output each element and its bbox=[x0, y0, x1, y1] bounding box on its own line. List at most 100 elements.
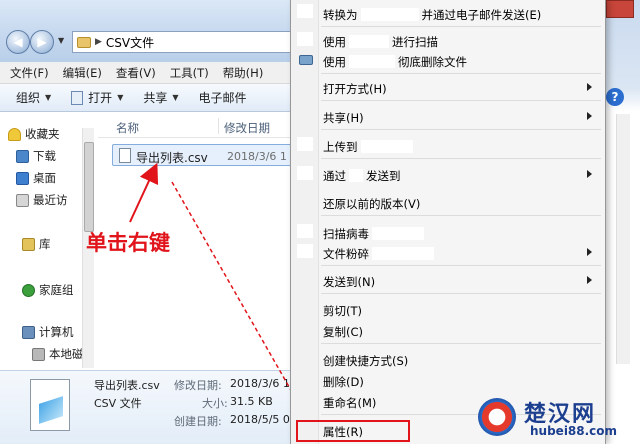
chevron-down-icon: ▼ bbox=[45, 93, 52, 102]
menu-item-scan-with[interactable]: 使用 进行扫描 bbox=[291, 31, 605, 51]
open-label: 打开 bbox=[88, 91, 113, 105]
label-part: 文件粉碎 bbox=[323, 247, 369, 261]
menu-item-cut[interactable]: 剪切(T) bbox=[291, 300, 605, 320]
redacted-blank bbox=[360, 8, 419, 21]
menu-view[interactable]: 查看(V) bbox=[116, 65, 156, 81]
forward-button[interactable]: ▶ bbox=[30, 30, 54, 54]
submenu-arrow-icon bbox=[587, 248, 592, 256]
menu-item-label: 删除(D) bbox=[323, 375, 364, 389]
folder-icon bbox=[77, 36, 91, 48]
share-label: 共享 bbox=[143, 91, 168, 105]
menu-item-label: 复制(C) bbox=[323, 325, 364, 339]
file-list-header: 名称 修改日期 bbox=[98, 114, 298, 138]
breadcrumb-current-folder[interactable]: CSV文件 bbox=[106, 34, 154, 51]
redacted-blank bbox=[349, 55, 395, 68]
menu-separator bbox=[321, 158, 601, 159]
sidebar-item-desktop[interactable]: 桌面 bbox=[16, 170, 56, 186]
menu-item-label: 使用 彻底删除文件 bbox=[323, 54, 467, 70]
sidebar-item-favorites[interactable]: 收藏夹 bbox=[8, 126, 60, 142]
computer-icon bbox=[22, 325, 35, 339]
library-icon bbox=[22, 237, 35, 251]
menu-item-label: 共享(H) bbox=[323, 111, 364, 125]
organize-label: 组织 bbox=[16, 91, 41, 105]
properties-highlight-box bbox=[296, 420, 410, 442]
menu-item-scan-virus[interactable]: 扫描病毒 bbox=[291, 223, 605, 243]
menu-separator bbox=[321, 343, 601, 344]
sidebar-item-libraries[interactable]: 库 bbox=[22, 236, 51, 252]
sidebar-item-local-disk[interactable]: 本地磁 bbox=[32, 346, 84, 362]
file-row-selected[interactable]: 导出列表.csv 2018/3/6 1 bbox=[112, 144, 298, 166]
csv-file-icon bbox=[119, 148, 131, 163]
menu-separator bbox=[321, 73, 601, 74]
address-bar[interactable]: ▶ CSV文件 bbox=[72, 31, 302, 53]
details-modified-label: 修改日期: bbox=[174, 379, 222, 392]
context-menu: 转换为 并通过电子邮件发送(E) 使用 进行扫描 使用 彻底删除文件 打开方式(H) … bbox=[290, 0, 606, 444]
menu-edit[interactable]: 编辑(E) bbox=[63, 65, 102, 81]
recent-pages-dropdown[interactable]: ▼ bbox=[58, 36, 64, 45]
scrollbar-thumb[interactable] bbox=[84, 142, 94, 232]
menu-item-copy[interactable]: 复制(C) bbox=[291, 321, 605, 341]
label-part: 进行扫描 bbox=[392, 35, 438, 49]
chevron-down-icon: ▼ bbox=[117, 93, 124, 102]
sidebar-item-homegroup[interactable]: 家庭组 bbox=[22, 282, 74, 298]
watermark-url: hubei88.com bbox=[530, 424, 618, 438]
organize-button[interactable]: 组织 ▼ bbox=[16, 89, 51, 106]
label-part: 上传到 bbox=[323, 140, 358, 154]
menu-item-create-shortcut[interactable]: 创建快捷方式(S) bbox=[291, 350, 605, 370]
menu-item-convert-email[interactable]: 转换为 并通过电子邮件发送(E) bbox=[291, 4, 605, 24]
menu-item-label: 扫描病毒 bbox=[323, 226, 427, 242]
sidebar-item-computer[interactable]: 计算机 bbox=[22, 324, 74, 340]
column-divider[interactable] bbox=[218, 118, 219, 134]
menu-tools[interactable]: 工具(T) bbox=[170, 65, 209, 81]
label-part: 扫描病毒 bbox=[323, 227, 369, 241]
back-button[interactable]: ◀ bbox=[6, 30, 30, 54]
menu-item-label: 转换为 并通过电子邮件发送(E) bbox=[323, 7, 541, 23]
sidebar-item-label: 本地磁 bbox=[49, 347, 84, 361]
help-icon[interactable]: ? bbox=[606, 88, 624, 106]
star-icon bbox=[8, 127, 21, 141]
file-list-scrollbar[interactable] bbox=[616, 114, 630, 364]
close-window-button[interactable] bbox=[606, 0, 634, 18]
label-part: 通过 bbox=[323, 169, 346, 183]
sidebar-item-recent[interactable]: 最近访 bbox=[16, 192, 68, 208]
label-part: 彻底删除文件 bbox=[398, 55, 467, 69]
menu-item-restore-versions[interactable]: 还原以前的版本(V) bbox=[291, 193, 605, 213]
sidebar-item-downloads[interactable]: 下载 bbox=[16, 148, 56, 164]
menu-item-label: 上传到 bbox=[323, 139, 416, 155]
sidebar-item-label: 最近访 bbox=[33, 193, 68, 207]
menu-separator bbox=[321, 129, 601, 130]
menu-file[interactable]: 文件(F) bbox=[10, 65, 49, 81]
sidebar-item-label: 家庭组 bbox=[39, 283, 74, 297]
menu-item-upload-to[interactable]: 上传到 bbox=[291, 136, 605, 156]
breadcrumb-separator-icon[interactable]: ▶ bbox=[95, 37, 102, 47]
menu-item-label: 剪切(T) bbox=[323, 304, 362, 318]
column-header-date[interactable]: 修改日期 bbox=[224, 120, 270, 136]
chevron-down-icon: ▼ bbox=[172, 93, 179, 102]
menu-item-open-with[interactable]: 打开方式(H) bbox=[291, 78, 605, 98]
share-button[interactable]: 共享 ▼ bbox=[143, 89, 178, 106]
menu-item-label: 还原以前的版本(V) bbox=[323, 197, 421, 211]
menu-item-delete-with[interactable]: 使用 彻底删除文件 bbox=[291, 51, 605, 71]
email-button[interactable]: 电子邮件 bbox=[199, 89, 247, 106]
recent-places-icon bbox=[16, 193, 29, 207]
column-header-name[interactable]: 名称 bbox=[116, 120, 139, 136]
menu-separator bbox=[321, 100, 601, 101]
menu-item-label: 通过 发送到 bbox=[323, 168, 401, 184]
annotation-text: 单击右键 bbox=[86, 230, 170, 255]
label-part: 转换为 bbox=[323, 8, 358, 22]
email-label: 电子邮件 bbox=[198, 91, 247, 105]
open-button[interactable]: 打开 ▼ bbox=[71, 89, 123, 106]
redacted-blank bbox=[372, 227, 424, 240]
menu-item-send-via[interactable]: 通过 发送到 bbox=[291, 165, 605, 185]
menu-item-send-to[interactable]: 发送到(N) bbox=[291, 271, 605, 291]
desktop-icon bbox=[16, 171, 29, 185]
menu-item-file-shredder[interactable]: 文件粉碎 bbox=[291, 243, 605, 263]
open-file-icon bbox=[71, 90, 84, 105]
menu-item-delete[interactable]: 删除(D) bbox=[291, 371, 605, 391]
details-size-value: 31.5 KB bbox=[230, 395, 273, 408]
menu-item-share[interactable]: 共享(H) bbox=[291, 107, 605, 127]
menu-item-label: 打开方式(H) bbox=[323, 82, 387, 96]
menu-help[interactable]: 帮助(H) bbox=[223, 65, 264, 81]
download-folder-icon bbox=[16, 149, 29, 163]
details-created-label: 创建日期: bbox=[174, 415, 222, 428]
